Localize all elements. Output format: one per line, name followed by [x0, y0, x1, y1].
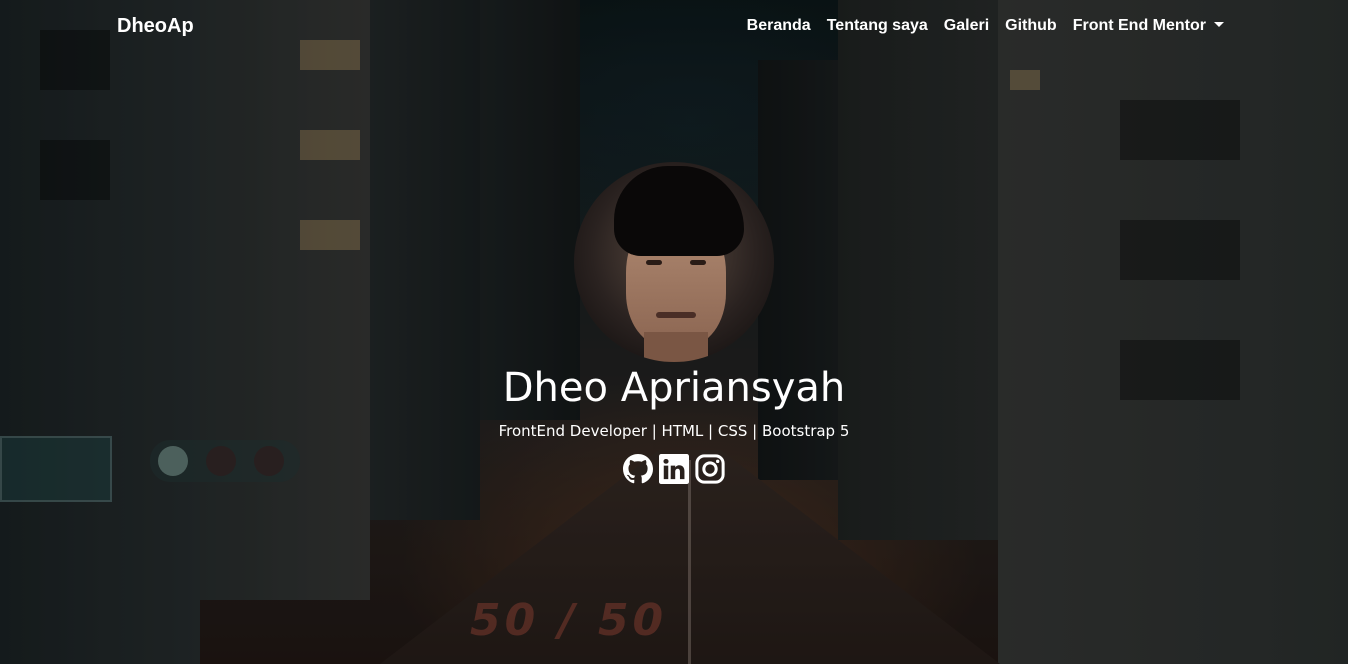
nav-link-tentang-saya[interactable]: Tentang saya [827, 17, 928, 35]
navbar: DheoAp Beranda Tentang saya Galeri Githu… [0, 0, 1348, 54]
nav-link-beranda[interactable]: Beranda [747, 17, 811, 35]
profile-name: Dheo Apriansyah [502, 365, 846, 411]
nav-links: Beranda Tentang saya Galeri Github Front… [747, 17, 1224, 35]
social-links [0, 454, 1348, 484]
avatar-mouth [656, 312, 696, 318]
instagram-icon [695, 454, 725, 484]
instagram-link[interactable] [695, 454, 725, 484]
chevron-down-icon [1214, 22, 1224, 27]
linkedin-icon [659, 454, 689, 484]
nav-dropdown-front-end-mentor[interactable]: Front End Mentor [1073, 17, 1224, 35]
navbar-brand[interactable]: DheoAp [117, 15, 194, 38]
avatar-eye [690, 260, 706, 265]
github-icon [623, 454, 653, 484]
nav-dropdown-label: Front End Mentor [1072, 17, 1206, 34]
hero-section: 50 / 50 DheoAp Beranda Tentang saya Gale… [0, 0, 1348, 664]
avatar-eye [646, 260, 662, 265]
profile-section: Dheo Apriansyah FrontEnd Developer | HTM… [0, 162, 1348, 484]
profile-tagline: FrontEnd Developer | HTML | CSS | Bootst… [498, 422, 850, 440]
avatar-neck [644, 332, 708, 362]
avatar [574, 162, 774, 362]
nav-link-github[interactable]: Github [1005, 17, 1057, 35]
linkedin-link[interactable] [659, 454, 689, 484]
github-link[interactable] [623, 454, 653, 484]
nav-link-galeri[interactable]: Galeri [944, 17, 989, 35]
avatar-hair [614, 166, 744, 256]
